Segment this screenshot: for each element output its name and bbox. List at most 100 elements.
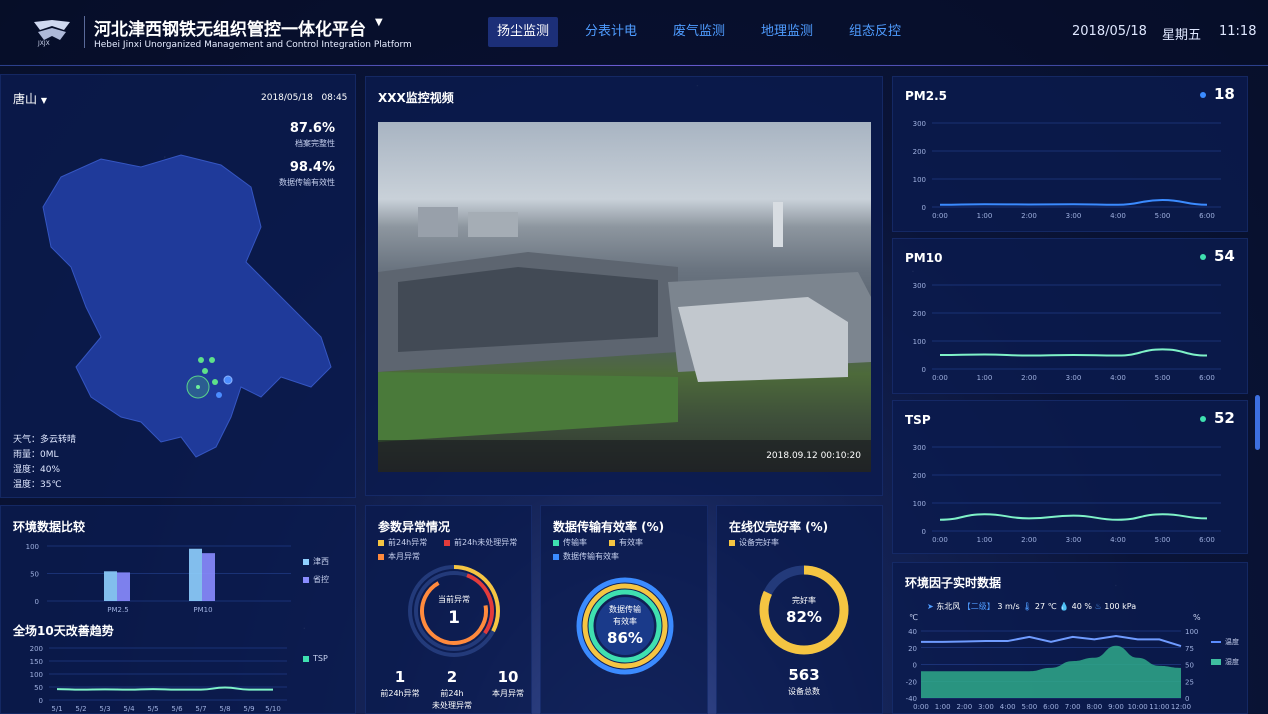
title-dropdown-icon[interactable]: ▼ [375,17,383,28]
logo-divider [84,16,85,48]
pm25-status-dot [1200,92,1206,98]
pm25-value: 18 [1214,85,1235,103]
x-tick-label: 2:00 [1021,536,1037,544]
bar [117,572,130,601]
y-tick-label: 0 [913,662,917,670]
droplet-icon: 💧 [1059,602,1070,611]
x-tick-label: 6:00 [1199,212,1215,220]
app-subtitle: Hebei Jinxi Unorganized Management and C… [94,40,412,50]
y-tick-label: 50 [30,571,39,579]
stat-24h-label: 前24h异常 [380,689,420,698]
stat-month-label: 本月异常 [492,689,524,698]
series-line [939,513,1208,521]
header-date: 2018/05/18 [1072,24,1147,39]
wind-direction: 东北风 [936,602,961,611]
x-tick-label: 5/6 [171,705,183,713]
x-tick-label: 5/10 [265,705,281,713]
legend-transfer-valid: 数据传输有效率 [553,551,619,562]
y-tick-label: 0 [922,204,926,212]
weather-line-2: 雨量：0ML [13,450,59,460]
nav-tab-config[interactable]: 组态反控 [840,17,910,47]
header-bar: JXJX 河北津西钢铁无组织管控一体化平台 ▼ Hebei Jinxi Unor… [0,0,1268,64]
temperature-line [921,635,1182,648]
app-title: 河北津西钢铁无组织管控一体化平台 [94,20,366,40]
header-time: 11:18 [1219,24,1257,39]
logo-icon [34,20,70,40]
humidity-area [921,645,1181,698]
env-compare-title: 环境数据比较 [13,520,86,534]
x-tick-label: 5/3 [99,705,110,713]
logo-text: JXJX [38,40,50,47]
wind-icon: ➤ [927,602,934,611]
trend-title: 全场10天改善趋势 [13,624,114,638]
x-tick-label: 12:00 [1171,703,1191,711]
online-center-label: 完好率 [792,596,816,605]
env-factor-readings: ➤ 东北风 【二级】 3 m/s 🌡 27 ℃ 💧 40 % ♨ 100 kPa [927,601,1136,612]
wind-unit: m/s [1004,602,1020,611]
x-tick-label: 1:00 [935,703,951,711]
region-map[interactable] [31,147,341,467]
trend-chart: 0 50 100 150 200 5/1 5/2 5/3 5/4 5/5 5/6 5/7 5/8 5/9 5… [30,645,287,713]
map-datetime: 2018/05/18 08:45 [261,93,348,103]
pm25-chart: 0 100 200 300 0:00 1:00 2:00 3:00 4:00 5:00 6:00 [913,120,1221,220]
env-compare-panel: 环境数据比较 0 50 100 PM2.5 PM10 津西 省控 全场10天改善趋势 0… [0,505,356,714]
pressure-value: 100 [1104,602,1120,611]
pm10-value: 54 [1214,247,1235,265]
series-line [939,348,1208,357]
online-title: 在线仪完好率 (%) [729,520,829,534]
humidity-value: 40 [1071,602,1082,611]
anomaly-title: 参数异常情况 [378,520,451,534]
region-select[interactable]: 唐山 ▼ [13,90,47,107]
x-tick-label: 5/2 [75,705,86,713]
online-panel: 在线仪完好率 (%) 设备完好率 完好率 82% 563 设备总数 [716,505,883,714]
tsp-chart: 0 100 200 300 0:00 1:00 2:00 3:00 4:00 5:00 6:00 [913,444,1221,544]
pressure-icon: ♨ [1094,602,1102,611]
legend-tsp: TSP [303,654,328,663]
x-tick-label: 8:00 [1086,703,1102,711]
y-tick-label: 0 [922,528,926,536]
x-tick-label: 5/8 [219,705,230,713]
anomaly-panel: 参数异常情况 前24h异常 前24h未处理异常 本月异常 当前异常 1 1 前2… [365,505,532,714]
x-tick-label: 5:00 [1155,374,1171,382]
x-tick-label: 0:00 [932,212,948,220]
y2-tick-label: 25 [1185,678,1194,686]
pressure-unit: kPa [1122,602,1137,611]
transmission-label-1: 数据传输 [609,605,641,614]
nav-tab-geo[interactable]: 地理监测 [752,17,822,47]
wind-level: 【二级】 [962,602,995,611]
x-tick-label: 4:00 [1110,536,1126,544]
x-tick-label: 3:00 [1066,374,1082,382]
anomaly-center-label: 当前异常 [438,595,470,604]
tsp-status-dot [1200,416,1206,422]
y-tick-label: 0 [922,366,926,374]
anomaly-center-value: 1 [448,608,460,628]
x-tick-label: 5/4 [123,705,135,713]
video-timestamp: 2018.09.12 00:10:20 [378,440,871,472]
scrollbar-thumb[interactable] [1255,395,1260,450]
y-tick-label: 50 [34,684,43,692]
series-line [56,686,273,691]
nav-tab-exhaust[interactable]: 废气监测 [664,17,734,47]
y-tick-label: 100 [913,500,926,508]
weather-line-1: 天气：多云转晴 [13,435,77,445]
bar [202,553,215,601]
nav-tab-dust[interactable]: 扬尘监测 [488,17,559,47]
video-player[interactable]: 2018.09.12 00:10:20 [378,122,871,472]
pm10-title: PM10 [905,251,943,265]
bar [104,571,117,601]
temp-value: 27 [1034,602,1046,611]
online-center-value: 82% [786,608,822,626]
device-total-value: 563 [788,666,820,684]
y-tick-label: 0 [35,598,39,606]
transmission-panel: 数据传输有效率 (%) 传输率 有效率 数据传输有效率 数据传输 有效率 86% [540,505,708,714]
factory-scene [378,202,871,442]
nav-tab-meter[interactable]: 分表计电 [576,17,646,47]
wind-speed: 3 [997,602,1003,611]
x-tick-label: 5/5 [147,705,158,713]
header-divider [0,65,1268,66]
x-tick-label: 5/9 [243,705,254,713]
transmission-label-2: 有效率 [613,617,637,626]
y-tick-label: 200 [913,472,926,480]
y-tick-label: -20 [906,678,917,686]
stat-unhandled-label: 前24h 未处理异常 [432,689,472,710]
